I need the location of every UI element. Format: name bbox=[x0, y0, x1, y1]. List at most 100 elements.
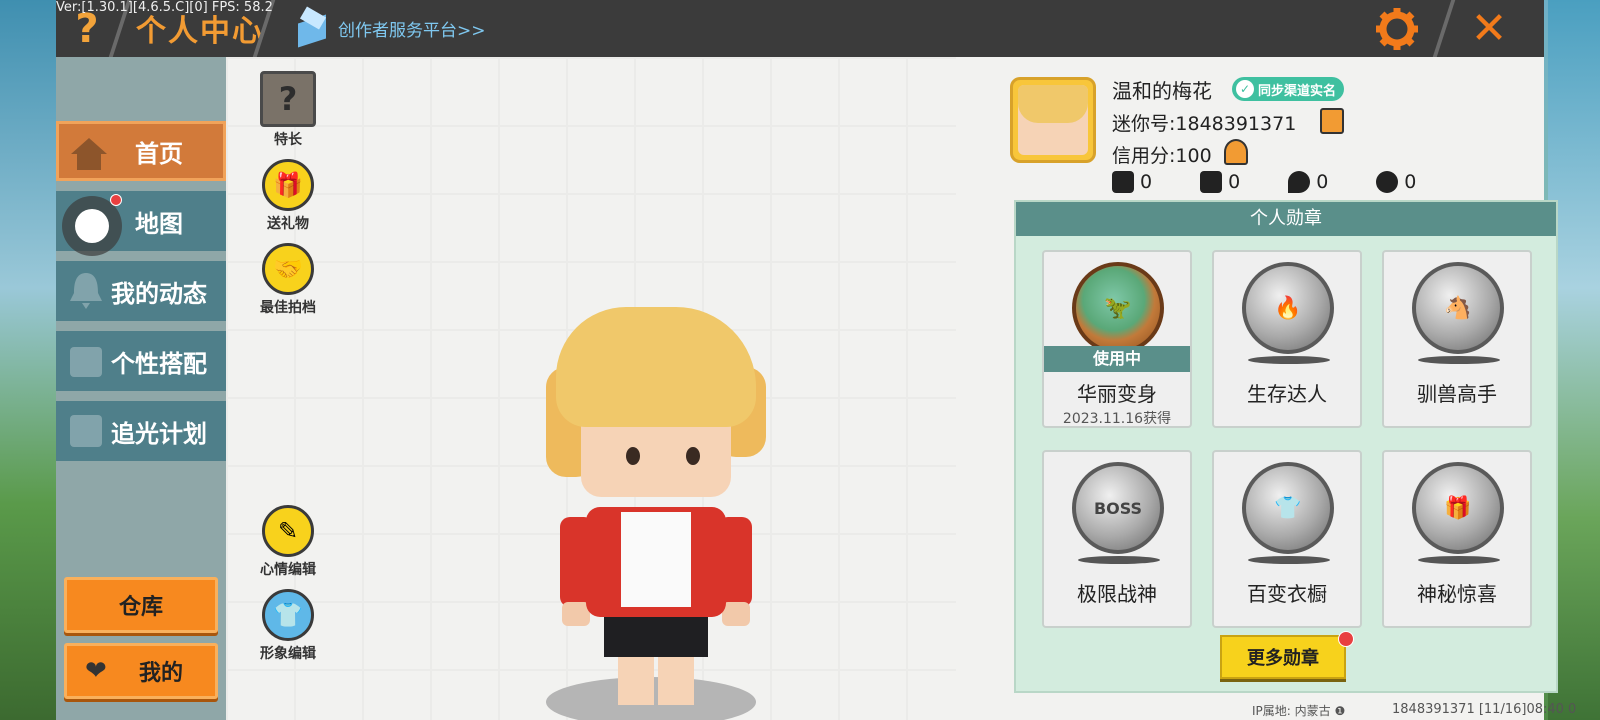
medal-card[interactable]: 👕 百变衣橱 bbox=[1212, 450, 1362, 628]
send-gift-button[interactable]: 🎁 送礼物 bbox=[248, 159, 328, 233]
medal-card[interactable]: 🐴 驯兽高手 bbox=[1382, 250, 1532, 428]
specialty-button[interactable]: ? 特长 bbox=[248, 71, 328, 149]
personal-center-panel: ? 个人中心 创作者服务平台>> ✕ 首页 地图 我的动态 个性搭配 追光计划 … bbox=[56, 0, 1558, 720]
medal-name: 生存达人 bbox=[1247, 382, 1327, 406]
fans-icon bbox=[1200, 171, 1223, 193]
nav-item-outfit[interactable]: 个性搭配 bbox=[56, 331, 226, 391]
creator-link-text: 创作者服务平台>> bbox=[338, 20, 486, 41]
nav-item-my-feed[interactable]: 我的动态 bbox=[56, 261, 226, 321]
avatar-stage: ? 特长 🎁 送礼物 🤝 最佳拍档 ✎ 心情编辑 👕 形象编辑 bbox=[226, 57, 956, 720]
close-icon[interactable]: ✕ bbox=[1466, 6, 1512, 52]
stats-row: 0 0 0 0 bbox=[1112, 171, 1416, 193]
medal-name: 华丽变身 bbox=[1077, 382, 1157, 406]
mine-button[interactable]: ❤ 我的 bbox=[64, 643, 218, 699]
home-icon bbox=[71, 138, 107, 170]
nav-item-label: 首页 bbox=[135, 139, 183, 168]
medal-badge-icon: 🐴 bbox=[1412, 262, 1504, 354]
nav-item-label: 我的动态 bbox=[111, 279, 207, 308]
copy-icon[interactable] bbox=[1320, 108, 1344, 134]
medal-status: 使用中 bbox=[1044, 346, 1190, 372]
medal-badge-icon: 👕 bbox=[1242, 462, 1334, 554]
credit-info-icon[interactable] bbox=[1224, 139, 1248, 165]
stat-popularity[interactable]: 0 bbox=[1288, 171, 1328, 193]
medal-base bbox=[1418, 556, 1500, 564]
medal-card[interactable]: 🔥 生存达人 bbox=[1212, 250, 1362, 428]
heart-icon bbox=[1376, 171, 1399, 193]
medal-card[interactable]: BOSS 极限战神 bbox=[1042, 450, 1192, 628]
image-edit-label: 形象编辑 bbox=[260, 646, 316, 662]
avatar-leg-left bbox=[618, 655, 654, 705]
mood-edit-label: 心情编辑 bbox=[260, 562, 316, 578]
ip-location: IP属地: 内蒙古 ❶ bbox=[1252, 704, 1346, 718]
medals-title: 个人勋章 bbox=[1016, 202, 1556, 236]
floating-dot bbox=[75, 209, 109, 243]
warehouse-button[interactable]: 仓库 bbox=[64, 577, 218, 633]
nav-item-label: 地图 bbox=[135, 209, 183, 238]
medal-name: 极限战神 bbox=[1077, 582, 1157, 606]
verify-label: 同步渠道实名 bbox=[1258, 83, 1337, 99]
medal-badge-icon: 🎁 bbox=[1412, 462, 1504, 554]
stat-likes[interactable]: 0 bbox=[1376, 171, 1416, 193]
medal-badge-icon: BOSS bbox=[1072, 462, 1164, 554]
light-plan-icon bbox=[70, 415, 102, 447]
stat-value: 0 bbox=[1140, 171, 1153, 193]
credit-score: 信用分:100 bbox=[1112, 145, 1212, 167]
medal-date: 2023.11.16获得 bbox=[1062, 411, 1172, 427]
mine-label: 我的 bbox=[138, 661, 183, 686]
stat-friends[interactable]: 0 bbox=[1112, 171, 1152, 193]
nav-item-home[interactable]: 首页 bbox=[56, 121, 226, 181]
divider bbox=[1432, 0, 1456, 57]
id-timestamp: 1848391371 [11/16]08:40 0 bbox=[1392, 702, 1577, 717]
stat-value: 0 bbox=[1228, 171, 1241, 193]
user-check-icon: ✓ bbox=[1236, 80, 1254, 98]
bell-icon bbox=[70, 273, 102, 309]
add-friend-icon bbox=[1112, 171, 1134, 193]
medal-card[interactable]: 🎁 神秘惊喜 bbox=[1382, 450, 1532, 628]
mini-id: 迷你号:1848391371 bbox=[1112, 113, 1297, 135]
profile-section: 温和的梅花 ✓ 同步渠道实名 迷你号:1848391371 信用分:100 0 … bbox=[956, 57, 1558, 720]
avatar-eye bbox=[686, 447, 700, 465]
avatar-thumbnail[interactable] bbox=[1010, 77, 1096, 163]
cube-icon bbox=[296, 6, 328, 48]
medals-panel: 个人勋章 🦖 使用中 华丽变身 2023.11.16获得 🔥 生存达人 🐴 驯兽… bbox=[1014, 200, 1558, 693]
player-avatar-figure[interactable] bbox=[526, 267, 786, 720]
stat-value: 0 bbox=[1316, 171, 1329, 193]
avatar-leg-right bbox=[658, 655, 694, 705]
medal-name: 驯兽高手 bbox=[1417, 382, 1497, 406]
gift-icon: 🎁 bbox=[262, 159, 314, 211]
question-box-icon: ? bbox=[260, 71, 316, 127]
nav-item-light-plan[interactable]: 追光计划 bbox=[56, 401, 226, 461]
nickname: 温和的梅花 bbox=[1112, 79, 1212, 103]
nav-item-label: 追光计划 bbox=[111, 419, 207, 448]
fire-icon bbox=[1288, 171, 1311, 193]
more-medals-button[interactable]: 更多勋章 bbox=[1220, 635, 1346, 679]
best-partner-label: 最佳拍档 bbox=[260, 300, 316, 316]
heart-icon: ❤ bbox=[85, 656, 107, 686]
image-edit-button[interactable]: 👕 形象编辑 bbox=[248, 589, 328, 663]
shirt-icon: 👕 bbox=[262, 589, 314, 641]
more-medals-label: 更多勋章 bbox=[1247, 648, 1319, 669]
medal-base bbox=[1418, 356, 1500, 364]
handshake-icon: 🤝 bbox=[262, 243, 314, 295]
verify-badge[interactable]: ✓ 同步渠道实名 bbox=[1232, 77, 1345, 101]
medal-name: 神秘惊喜 bbox=[1417, 582, 1497, 606]
nav-item-label: 个性搭配 bbox=[111, 349, 207, 378]
stat-fans[interactable]: 0 bbox=[1200, 171, 1240, 193]
left-nav: 首页 地图 我的动态 个性搭配 追光计划 仓库 ❤ 我的 bbox=[56, 57, 226, 720]
background-left bbox=[0, 0, 56, 720]
medal-base bbox=[1078, 556, 1160, 564]
medal-badge-icon: 🦖 bbox=[1072, 262, 1164, 354]
medal-card[interactable]: 🦖 使用中 华丽变身 2023.11.16获得 bbox=[1042, 250, 1192, 428]
warehouse-label: 仓库 bbox=[118, 595, 163, 620]
avatar-shirt bbox=[621, 512, 691, 607]
outfit-icon bbox=[70, 347, 102, 377]
pencil-icon: ✎ bbox=[262, 505, 314, 557]
notification-dot bbox=[110, 194, 122, 206]
mood-edit-button[interactable]: ✎ 心情编辑 bbox=[248, 505, 328, 579]
gear-icon[interactable] bbox=[1374, 6, 1420, 52]
creator-platform-link[interactable]: 创作者服务平台>> bbox=[296, 6, 486, 48]
specialty-label: 特长 bbox=[274, 132, 302, 148]
best-partner-button[interactable]: 🤝 最佳拍档 bbox=[248, 243, 328, 317]
avatar-eye bbox=[626, 447, 640, 465]
top-bar: ? 个人中心 创作者服务平台>> ✕ bbox=[56, 0, 1544, 57]
